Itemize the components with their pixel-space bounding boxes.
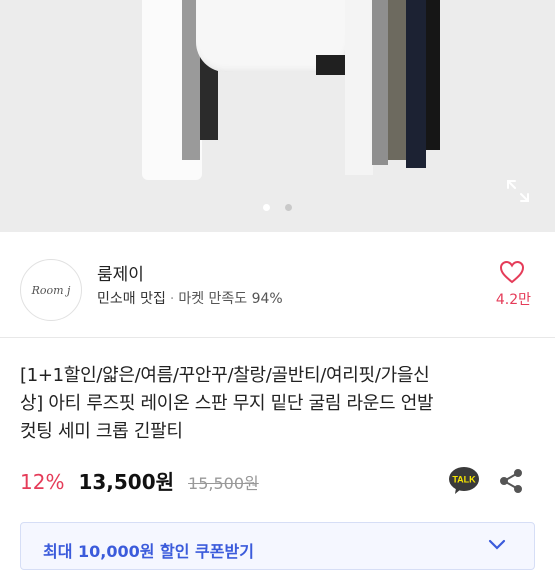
- heart-icon[interactable]: [499, 260, 525, 284]
- seller-badge: 민소매 맛집: [97, 291, 166, 307]
- seller-meta: 민소매 맛집 · 마켓 만족도 94%: [97, 288, 283, 308]
- sale-price: 13,500원: [78, 470, 175, 494]
- share-icon[interactable]: [498, 468, 524, 494]
- pagination-dot[interactable]: [285, 204, 293, 211]
- coupon-button[interactable]: 최대 10,000원 할인 쿠폰받기: [20, 522, 535, 570]
- product-photo-sleeve: [372, 0, 388, 165]
- seller-name[interactable]: 룸제이: [97, 260, 144, 285]
- seller-satisfaction: 마켓 만족도 94%: [178, 291, 283, 307]
- discount-rate: 12%: [20, 470, 65, 494]
- kakao-talk-icon[interactable]: TALK: [448, 465, 480, 497]
- pagination-dot-active[interactable]: [262, 204, 270, 211]
- price-row: 12% 13,500원 15,500원: [20, 466, 259, 496]
- product-photo-sleeve: [345, 0, 373, 175]
- product-title-line: 상] 아티 루즈핏 레이온 스판 무지 밑단 굴림 라운드 언발: [20, 393, 434, 414]
- expand-icon[interactable]: [505, 178, 531, 204]
- product-photo-sleeve: [388, 0, 406, 160]
- product-photo-sleeve: [426, 0, 440, 150]
- chevron-down-icon: [488, 539, 506, 550]
- avatar-logo-text: Room j: [31, 283, 71, 297]
- avatar[interactable]: Room j: [20, 259, 82, 321]
- product-title-line: 컷팅 세미 크롭 긴팔티: [20, 421, 183, 442]
- product-photo-sleeve: [406, 0, 426, 168]
- talk-label: TALK: [452, 475, 476, 485]
- separator: ·: [169, 291, 175, 307]
- seller-section[interactable]: Room j 룸제이 민소매 맛집 · 마켓 만족도 94% 4.2만: [0, 232, 555, 338]
- like-count: 4.2만: [495, 292, 531, 308]
- product-photo-detail: [316, 55, 346, 75]
- coupon-label: 최대 10,000원 할인 쿠폰받기: [43, 542, 254, 561]
- product-title-line: [1+1할인/얇은/여름/꾸안꾸/찰랑/골반티/여리핏/가을신: [20, 365, 430, 386]
- image-pagination: [0, 196, 555, 215]
- product-title: [1+1할인/얇은/여름/꾸안꾸/찰랑/골반티/여리핏/가을신 상] 아티 루즈…: [20, 362, 540, 446]
- original-price: 15,500원: [188, 474, 259, 493]
- product-image[interactable]: [0, 0, 555, 232]
